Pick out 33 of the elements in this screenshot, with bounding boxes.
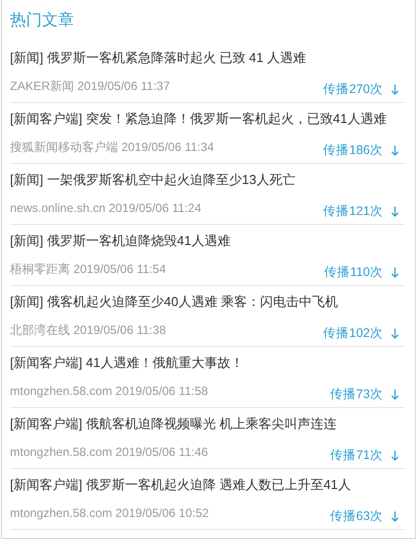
spread-count: 传播102次 <box>323 325 383 341</box>
article-link[interactable]: [新闻客户端] 俄航客机迫降视频曝光 机上乘客尖叫声连连 <box>10 415 405 433</box>
spread-count: 传播73次 <box>330 386 383 402</box>
down-arrow-icon[interactable] <box>391 450 399 460</box>
article-source: 梧桐零距离 2019/05/06 11:54 <box>10 261 166 277</box>
article-link[interactable]: [新闻] 俄罗斯一客机迫降烧毁41人遇难 <box>10 232 405 250</box>
down-arrow-icon[interactable] <box>391 266 399 278</box>
article-source: mtongzhen.58.com 2019/05/06 10:52 <box>10 505 209 521</box>
article-source: 北部湾在线 2019/05/06 11:38 <box>10 322 166 338</box>
spread-count: 传播71次 <box>330 447 383 463</box>
down-arrow-icon[interactable] <box>391 510 399 522</box>
down-arrow-icon[interactable] <box>391 328 399 338</box>
article-link[interactable]: [新闻] 一架俄罗斯客机空中起火迫降至少13人死亡 <box>10 171 405 189</box>
card-title: 热门文章 <box>10 10 75 31</box>
article-source: mtongzhen.58.com 2019/05/06 11:46 <box>10 444 208 460</box>
article-source: news.online.sh.cn 2019/05/06 11:24 <box>10 200 202 216</box>
spread-count: 传播121次 <box>323 203 383 219</box>
down-arrow-icon[interactable] <box>391 388 399 400</box>
spread-count: 传播186次 <box>323 142 383 158</box>
down-arrow-icon[interactable] <box>391 84 399 94</box>
spread-count: 传播110次 <box>324 264 383 280</box>
down-arrow-icon[interactable] <box>391 144 399 156</box>
spread-count: 传播270次 <box>323 81 383 97</box>
article-source: ZAKER新闻 2019/05/06 11:37 <box>10 78 170 94</box>
article-source: mtongzhen.58.com 2019/05/06 11:58 <box>10 383 208 399</box>
article-link[interactable]: [新闻] 俄客机起火迫降至少40人遇难 乘客：闪电击中飞机 <box>10 293 405 311</box>
down-arrow-icon[interactable] <box>391 206 399 216</box>
article-link[interactable]: [新闻客户端] 41人遇难！俄航重大事故！ <box>10 354 405 372</box>
article-link[interactable]: [新闻] 俄罗斯一客机紧急降落时起火 已致 41 人遇难 <box>10 49 405 67</box>
article-link[interactable]: [新闻客户端] 突发！紧急迫降！俄罗斯一客机起火，已致41人遇难 <box>10 110 405 128</box>
article-link[interactable]: [新闻客户端] 俄罗斯一客机起火迫降 遇难人数已上升至41人 <box>10 476 405 494</box>
spread-count: 传播63次 <box>330 508 383 524</box>
article-source: 搜狐新闻移动客户端 2019/05/06 11:34 <box>10 139 214 155</box>
